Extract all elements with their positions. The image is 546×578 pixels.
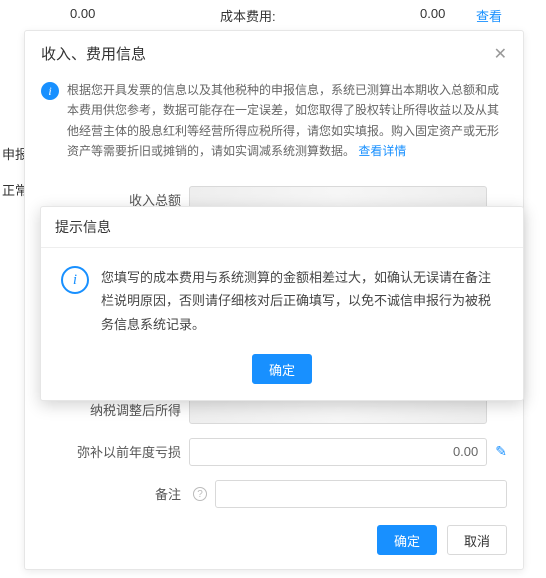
close-icon[interactable]: ✕ <box>494 44 507 64</box>
label-loss-offset: 弥补以前年度亏损 <box>41 442 181 461</box>
alert-modal: 提示信息 i 您填写的成本费用与系统测算的金额相差过大，如确认无误请在备注栏说明… <box>40 206 524 401</box>
modal-header: 收入、费用信息 ✕ <box>25 31 523 76</box>
row-loss-offset: 弥补以前年度亏损 0.00 ✎ <box>41 438 507 466</box>
info-banner: i 根据您开具发票的信息以及其他税种的申报信息，系统已测算出本期收入总额和成本费… <box>41 76 507 172</box>
bg-amount-left: 0.00 <box>70 6 95 21</box>
cancel-button[interactable]: 取消 <box>447 525 507 555</box>
edit-icon-loss[interactable]: ✎ <box>495 443 507 460</box>
alert-title: 提示信息 <box>41 207 523 248</box>
label-remark: 备注 <box>41 484 181 503</box>
input-remark[interactable] <box>215 480 507 508</box>
ok-button[interactable]: 确定 <box>377 525 437 555</box>
info-icon: i <box>41 82 59 100</box>
info-icon: i <box>61 266 89 294</box>
alert-text: 您填写的成本费用与系统测算的金额相差过大，如确认无误请在备注栏说明原因，否则请仔… <box>101 266 503 336</box>
label-adjusted-income: 纳税调整后所得 <box>41 400 181 419</box>
bg-view-link[interactable]: 查看 <box>476 6 502 25</box>
info-detail-link[interactable]: 查看详情 <box>358 144 406 158</box>
input-loss-offset[interactable]: 0.00 <box>189 438 487 466</box>
alert-ok-button[interactable]: 确定 <box>252 354 312 384</box>
modal-footer: 确定 取消 <box>25 513 523 569</box>
modal-title: 收入、费用信息 <box>41 43 146 64</box>
bg-cost-label: 成本费用: <box>220 6 276 25</box>
info-text-wrap: 根据您开具发票的信息以及其他税种的申报信息，系统已测算出本期收入总额和成本费用供… <box>67 80 507 162</box>
alert-footer: 确定 <box>41 346 523 400</box>
info-text: 根据您开具发票的信息以及其他税种的申报信息，系统已测算出本期收入总额和成本费用供… <box>67 83 499 158</box>
help-icon[interactable]: ? <box>193 487 207 501</box>
alert-body: i 您填写的成本费用与系统测算的金额相差过大，如确认无误请在备注栏说明原因，否则… <box>41 248 523 346</box>
row-remark: 备注 ? <box>41 480 507 508</box>
bg-cost-value: 0.00 <box>420 6 445 21</box>
